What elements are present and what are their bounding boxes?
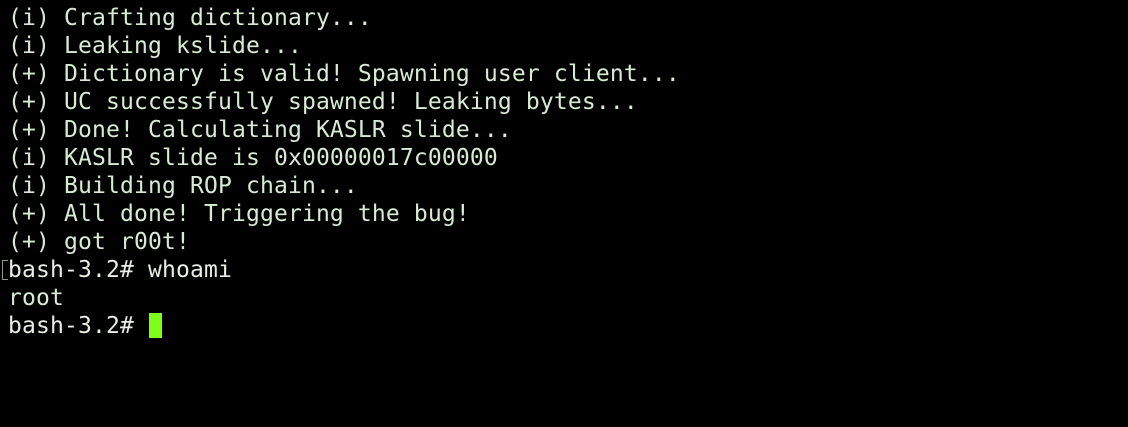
selection-bracket-icon [2, 260, 8, 280]
terminal-window[interactable]: (i) Crafting dictionary... (i) Leaking k… [0, 0, 1128, 427]
output-line: (+) All done! Triggering the bug! [8, 201, 470, 227]
output-line: (i) Building ROP chain... [8, 173, 358, 199]
command-output-line: root [8, 285, 64, 311]
output-line: (+) Dictionary is valid! Spawning user c… [8, 61, 680, 87]
cut-off-previous-line [8, 0, 528, 2]
shell-prompt: bash-3.2# [8, 313, 148, 339]
output-line: (+) UC successfully spawned! Leaking byt… [8, 89, 638, 115]
output-line: (i) Crafting dictionary... [8, 5, 372, 31]
output-line: (+) Done! Calculating KASLR slide... [8, 117, 512, 143]
command-text: bash-3.2# whoami [8, 257, 232, 283]
text-cursor[interactable] [148, 313, 162, 338]
output-line: (i) KASLR slide is 0x00000017c00000 [8, 145, 498, 171]
output-line: (+) got r00t! [8, 229, 190, 255]
terminal-output: (i) Crafting dictionary... (i) Leaking k… [2, 4, 680, 340]
command-line: bash-3.2# whoami [2, 256, 680, 284]
active-prompt-line[interactable]: bash-3.2# [8, 312, 680, 340]
output-line: (i) Leaking kslide... [8, 33, 302, 59]
